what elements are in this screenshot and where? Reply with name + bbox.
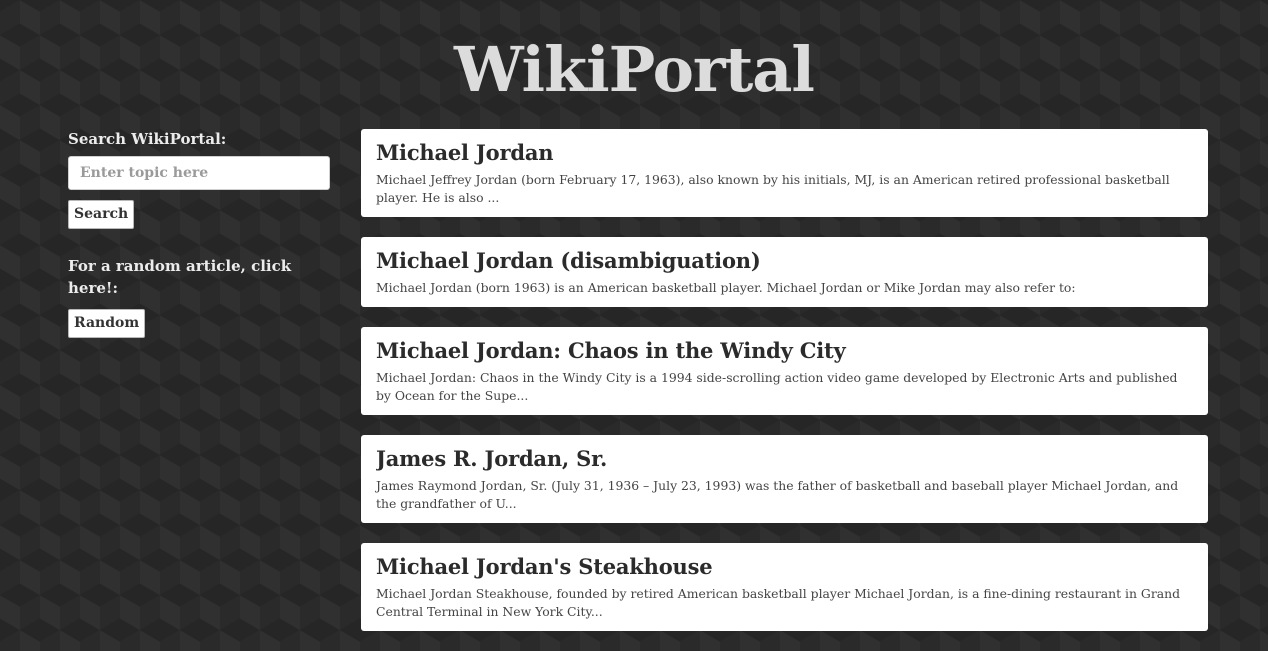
search-button[interactable]: Search (68, 200, 135, 229)
result-card[interactable]: Michael Jordan (disambiguation) Michael … (361, 237, 1208, 307)
sidebar: Search WikiPortal: Search For a random a… (68, 128, 330, 338)
result-card[interactable]: Michael Jordan: Chaos in the Windy City … (361, 327, 1208, 415)
result-title[interactable]: Michael Jordan's Steakhouse (376, 552, 1193, 582)
search-input[interactable] (68, 156, 330, 190)
search-label: Search WikiPortal: (68, 130, 227, 148)
result-title[interactable]: Michael Jordan (disambiguation) (376, 246, 1193, 276)
result-card[interactable]: Michael Jordan Michael Jeffrey Jordan (b… (361, 129, 1208, 217)
result-snippet: James Raymond Jordan, Sr. (July 31, 1936… (376, 478, 1179, 511)
results-list: Michael Jordan Michael Jeffrey Jordan (b… (361, 129, 1208, 651)
result-title[interactable]: Michael Jordan (376, 138, 1193, 168)
result-snippet: Michael Jordan: Chaos in the Windy City … (376, 370, 1178, 403)
random-label: For a random article, click here!: (68, 257, 292, 297)
site-title: WikiPortal (454, 33, 815, 106)
result-card[interactable]: James R. Jordan, Sr. James Raymond Jorda… (361, 435, 1208, 523)
result-snippet: Michael Jordan (born 1963) is an America… (376, 280, 1076, 295)
result-snippet: Michael Jeffrey Jordan (born February 17… (376, 172, 1170, 205)
random-button[interactable]: Random (68, 309, 146, 338)
result-snippet: Michael Jordan Steakhouse, founded by re… (376, 586, 1181, 619)
result-title[interactable]: James R. Jordan, Sr. (376, 444, 1193, 474)
result-title[interactable]: Michael Jordan: Chaos in the Windy City (376, 336, 1193, 366)
result-card[interactable]: Michael Jordan's Steakhouse Michael Jord… (361, 543, 1208, 631)
